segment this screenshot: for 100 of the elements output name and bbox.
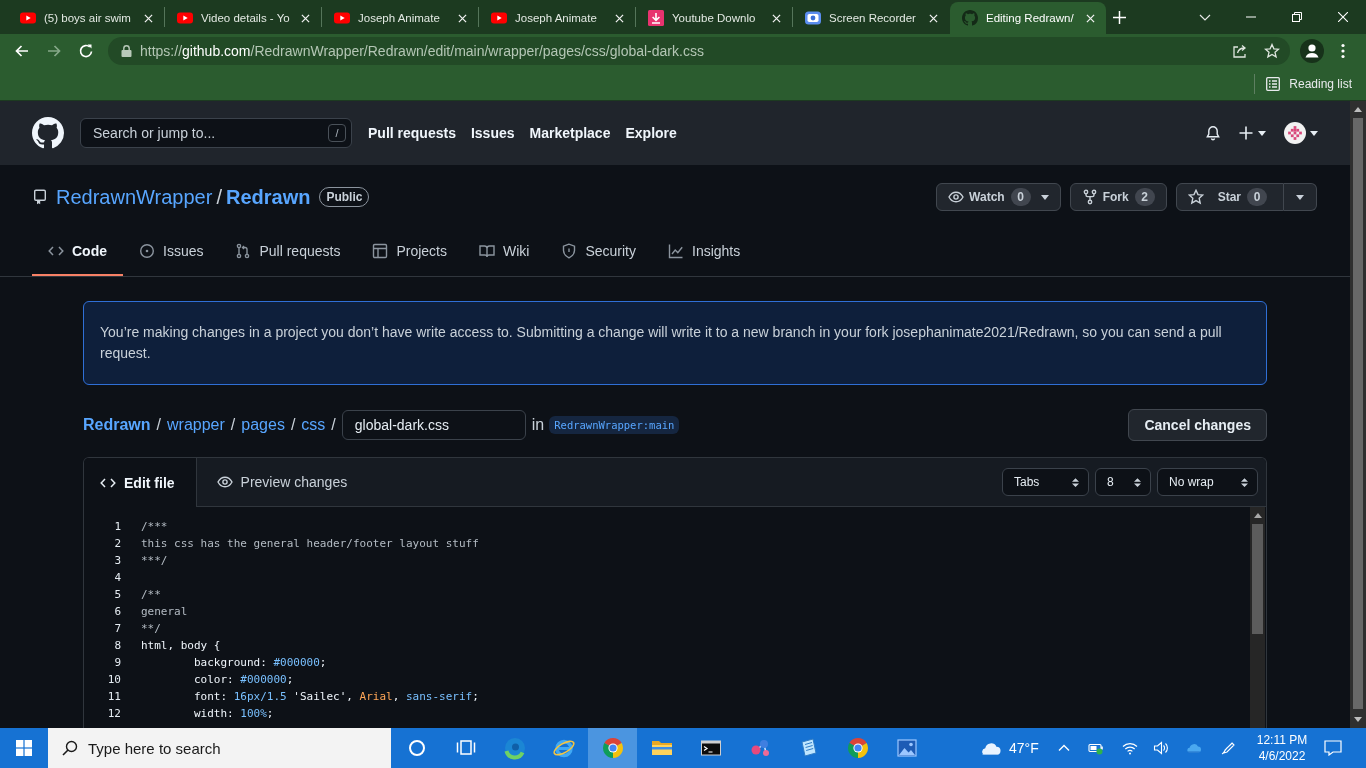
- close-icon[interactable]: [144, 13, 153, 23]
- play-icon: [334, 10, 350, 26]
- shortcut-key: /: [328, 124, 346, 142]
- menu-icon[interactable]: [1341, 43, 1345, 59]
- watch-button[interactable]: Watch 0: [936, 183, 1061, 211]
- star-dropdown-button[interactable]: [1284, 183, 1317, 211]
- nav-link[interactable]: Pull requests: [368, 125, 456, 141]
- scrollbar-thumb[interactable]: [1252, 524, 1263, 634]
- fork-icon: [1081, 189, 1098, 205]
- record-icon: [805, 10, 821, 26]
- repo-tab[interactable]: Wiki: [463, 228, 546, 276]
- scroll-up-icon[interactable]: [1354, 107, 1362, 112]
- volume-icon[interactable]: [1153, 740, 1169, 756]
- share-icon[interactable]: [1232, 43, 1248, 59]
- shield-icon: [561, 243, 578, 259]
- chrome-icon: [600, 736, 625, 760]
- bell-icon[interactable]: [1205, 125, 1221, 141]
- caret-icon[interactable]: [1310, 130, 1318, 136]
- branch-label: RedrawnWrapper:main: [549, 416, 680, 434]
- cancel-button[interactable]: Cancel changes: [1128, 409, 1267, 441]
- breadcrumb-link[interactable]: pages: [241, 416, 285, 434]
- plus-icon[interactable]: [1238, 125, 1254, 141]
- editor-tab[interactable]: Edit file: [84, 458, 197, 507]
- play-icon: [20, 10, 36, 26]
- reload-icon[interactable]: [78, 43, 94, 59]
- eye-icon: [948, 189, 965, 205]
- nav-link[interactable]: Explore: [625, 125, 677, 141]
- wrap-mode-select[interactable]: No wrap: [1157, 468, 1258, 496]
- breadcrumb-link[interactable]: wrapper: [167, 416, 225, 434]
- fork-button[interactable]: Fork 2: [1069, 183, 1167, 211]
- counter: 0: [1010, 188, 1031, 206]
- restore-icon[interactable]: [1292, 12, 1302, 22]
- indent-size-select[interactable]: 8: [1095, 468, 1151, 496]
- editor-tab[interactable]: Preview changes: [196, 458, 368, 506]
- star-icon[interactable]: [1264, 43, 1280, 59]
- eye-icon: [216, 474, 233, 490]
- repo-icon: [32, 189, 48, 205]
- close-icon[interactable]: [301, 13, 310, 23]
- close-icon[interactable]: [458, 13, 467, 23]
- nav-link[interactable]: Issues: [470, 125, 515, 141]
- line-number: 12: [106, 707, 121, 720]
- search-icon: [62, 740, 78, 756]
- graph-icon: [668, 243, 684, 259]
- page-scrollbar[interactable]: [1350, 101, 1366, 728]
- code-line: width: 100%;: [193, 707, 274, 720]
- address-bar[interactable]: https://github.com/RedrawnWrapper/Redrawn/edit/main/wrapper/pages/css/global-dark.css: [108, 37, 1290, 65]
- browser-tab[interactable]: Joseph Animate: [479, 2, 635, 34]
- nav-link[interactable]: Marketplace: [529, 125, 611, 141]
- repo-tab[interactable]: Projects: [356, 228, 463, 276]
- browser-tab[interactable]: (5) boys air swim: [8, 2, 164, 34]
- download-icon: [648, 10, 664, 26]
- browser-tab[interactable]: Screen Recorder: [793, 2, 949, 34]
- scroll-up-icon[interactable]: [1253, 513, 1262, 518]
- repo-name-link[interactable]: Redrawn: [225, 185, 311, 209]
- repo-tab[interactable]: Security: [545, 228, 652, 276]
- profile-icon[interactable]: [1300, 39, 1324, 63]
- filename-field[interactable]: global-dark.css: [341, 410, 526, 440]
- browser-tab[interactable]: Editing Redrawn/: [950, 2, 1106, 34]
- taskbar-search-field[interactable]: Type here to search: [48, 728, 391, 768]
- browser-tab[interactable]: Video details - Yo: [165, 2, 321, 34]
- breadcrumb-link[interactable]: css: [301, 416, 326, 434]
- lock-icon[interactable]: [121, 45, 132, 57]
- repo-tab[interactable]: Code: [32, 228, 123, 276]
- octocat-icon[interactable]: [32, 117, 64, 149]
- caret-icon[interactable]: [1258, 130, 1266, 136]
- caret-icon: [1296, 194, 1304, 200]
- weather-button[interactable]: 47°F: [976, 728, 1048, 768]
- scrollbar-thumb[interactable]: [1353, 118, 1363, 709]
- close-icon[interactable]: [1086, 13, 1095, 23]
- avatar-icon[interactable]: [1284, 122, 1306, 144]
- url-text: https://github.com/RedrawnWrapper/Redrawn/edit/main/wrapper/pages/css/global-dark.css: [140, 43, 704, 59]
- code-line: this css has the general header/footer layout stuff: [141, 537, 479, 550]
- repo-tab[interactable]: Insights: [652, 228, 757, 276]
- close-icon[interactable]: [615, 13, 624, 23]
- line-number: 1: [113, 520, 121, 533]
- browser-tab[interactable]: Joseph Animate: [322, 2, 478, 34]
- star-button[interactable]: Star 0: [1175, 183, 1284, 211]
- browser-tab[interactable]: Youtube Downlo: [636, 2, 792, 34]
- owner-link[interactable]: RedrawnWrapper: [56, 185, 213, 209]
- breadcrumb-link[interactable]: Redrawn: [83, 416, 151, 434]
- notification-icon[interactable]: [1324, 740, 1342, 756]
- wifi-icon[interactable]: [1122, 740, 1138, 756]
- scroll-down-icon[interactable]: [1354, 717, 1362, 722]
- code-line: color: #000000;: [193, 673, 294, 686]
- select-arrows-icon: [1072, 476, 1079, 488]
- pen-icon[interactable]: [1220, 740, 1236, 756]
- repo-tab[interactable]: Pull requests: [219, 228, 357, 276]
- path-separator: /: [290, 416, 296, 434]
- close-icon[interactable]: [772, 13, 781, 23]
- path-separator: /: [331, 416, 336, 434]
- indent-mode-select[interactable]: Tabs: [1002, 468, 1089, 496]
- clock-button[interactable]: 12:11 PM 4/6/2022: [1244, 728, 1320, 768]
- close-icon[interactable]: [929, 13, 938, 23]
- forward-icon[interactable]: [46, 43, 62, 59]
- repo-tab[interactable]: Issues: [123, 228, 220, 276]
- reading-list-button[interactable]: Reading list: [1266, 77, 1352, 91]
- back-icon[interactable]: [14, 43, 30, 59]
- editor-scrollbar[interactable]: [1250, 507, 1265, 728]
- select-arrows-icon: [1134, 476, 1141, 488]
- line-number: 11: [106, 690, 121, 703]
